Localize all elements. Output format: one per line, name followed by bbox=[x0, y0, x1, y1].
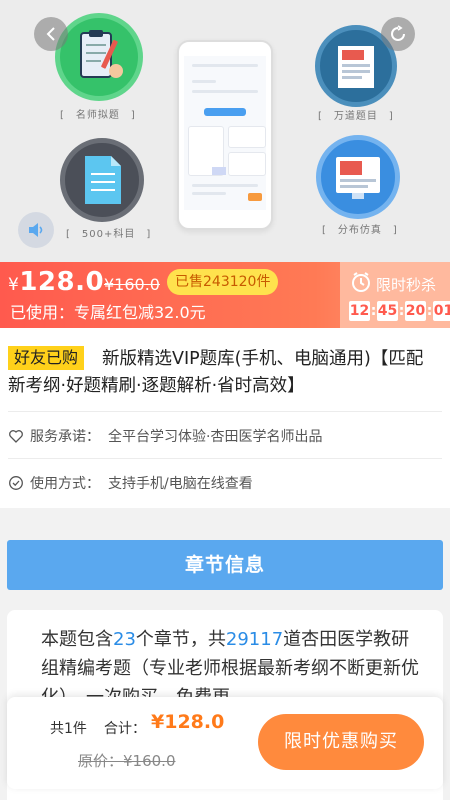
chapter-info-button[interactable]: 章节信息 bbox=[7, 540, 443, 590]
buy-button[interactable]: 限时优惠购买 bbox=[258, 714, 424, 770]
banner-caption: [ 万道题目 ] bbox=[318, 111, 394, 122]
original-price-bottom: 原价：¥160.0 bbox=[78, 752, 176, 770]
total-label: 合计： bbox=[104, 721, 146, 737]
sound-button[interactable] bbox=[18, 212, 54, 248]
countdown-seconds: 20 bbox=[405, 301, 426, 321]
usage-label: 使用方式： bbox=[30, 476, 100, 492]
product-info: 新版精选VIP题库(手机、电脑通用)【匹配新考纲·好题精刷·逐题解析·省时高效】… bbox=[0, 328, 450, 508]
purchase-bar: 共1件 合计： ¥128.0 原价：¥160.0 限时优惠购买 bbox=[7, 697, 443, 789]
back-arrow-icon bbox=[46, 27, 55, 41]
coupon-info: 已使用：专属红包减32.0元 bbox=[10, 303, 206, 322]
back-button[interactable] bbox=[34, 17, 68, 51]
original-price: ¥160.0 bbox=[104, 275, 160, 294]
share-icon bbox=[391, 25, 405, 41]
subjects-illustration bbox=[60, 138, 144, 222]
item-count: 共1件 bbox=[50, 721, 87, 737]
banner-caption: [ 分布仿真 ] bbox=[322, 225, 398, 236]
service-value: 全平台学习体验·杏田医学名师出品 bbox=[108, 429, 323, 445]
service-promise-row: 服务承诺： 全平台学习体验·杏田医学名师出品 bbox=[8, 426, 322, 446]
total-price: ¥128.0 bbox=[151, 711, 225, 733]
countdown-minutes: 45 bbox=[377, 301, 398, 321]
clock-icon bbox=[352, 272, 370, 292]
phone-preview-illustration bbox=[177, 40, 273, 230]
chapter-count: 23 bbox=[113, 629, 136, 650]
sound-icon bbox=[29, 223, 43, 237]
flash-sale-title: 限时秒杀 bbox=[376, 276, 437, 294]
usage-value: 支持手机/电脑在线查看 bbox=[108, 476, 253, 492]
countdown-centiseconds: 01 bbox=[433, 301, 450, 321]
countdown-hours: 12 bbox=[349, 301, 370, 321]
simulation-illustration bbox=[316, 135, 400, 219]
countdown-timer: 12 : 45 : 20 : 01 bbox=[349, 301, 450, 321]
question-count: 29117 bbox=[225, 629, 284, 650]
usage-method-row: 使用方式： 支持手机/电脑在线查看 bbox=[8, 473, 253, 493]
teacher-questions-illustration bbox=[55, 13, 143, 101]
current-price: ¥128.0 bbox=[8, 267, 105, 297]
heart-icon bbox=[9, 430, 23, 443]
banner-caption: [ 500+科目 ] bbox=[66, 229, 152, 240]
product-banner: [ 名师拟题 ] [ 万道题目 ] [ 500+科目 ] [ 分布仿真 ] bbox=[0, 0, 450, 262]
share-button[interactable] bbox=[381, 17, 415, 51]
friend-purchased-tag: 好友已购 bbox=[8, 346, 85, 370]
service-label: 服务承诺： bbox=[30, 429, 100, 445]
banner-caption: [ 名师拟题 ] bbox=[60, 110, 136, 121]
check-circle-icon bbox=[9, 476, 23, 490]
price-bar: ¥128.0 ¥160.0 已售243120件 已使用：专属红包减32.0元 限… bbox=[0, 262, 450, 328]
sold-count-badge: 已售243120件 bbox=[167, 269, 279, 295]
